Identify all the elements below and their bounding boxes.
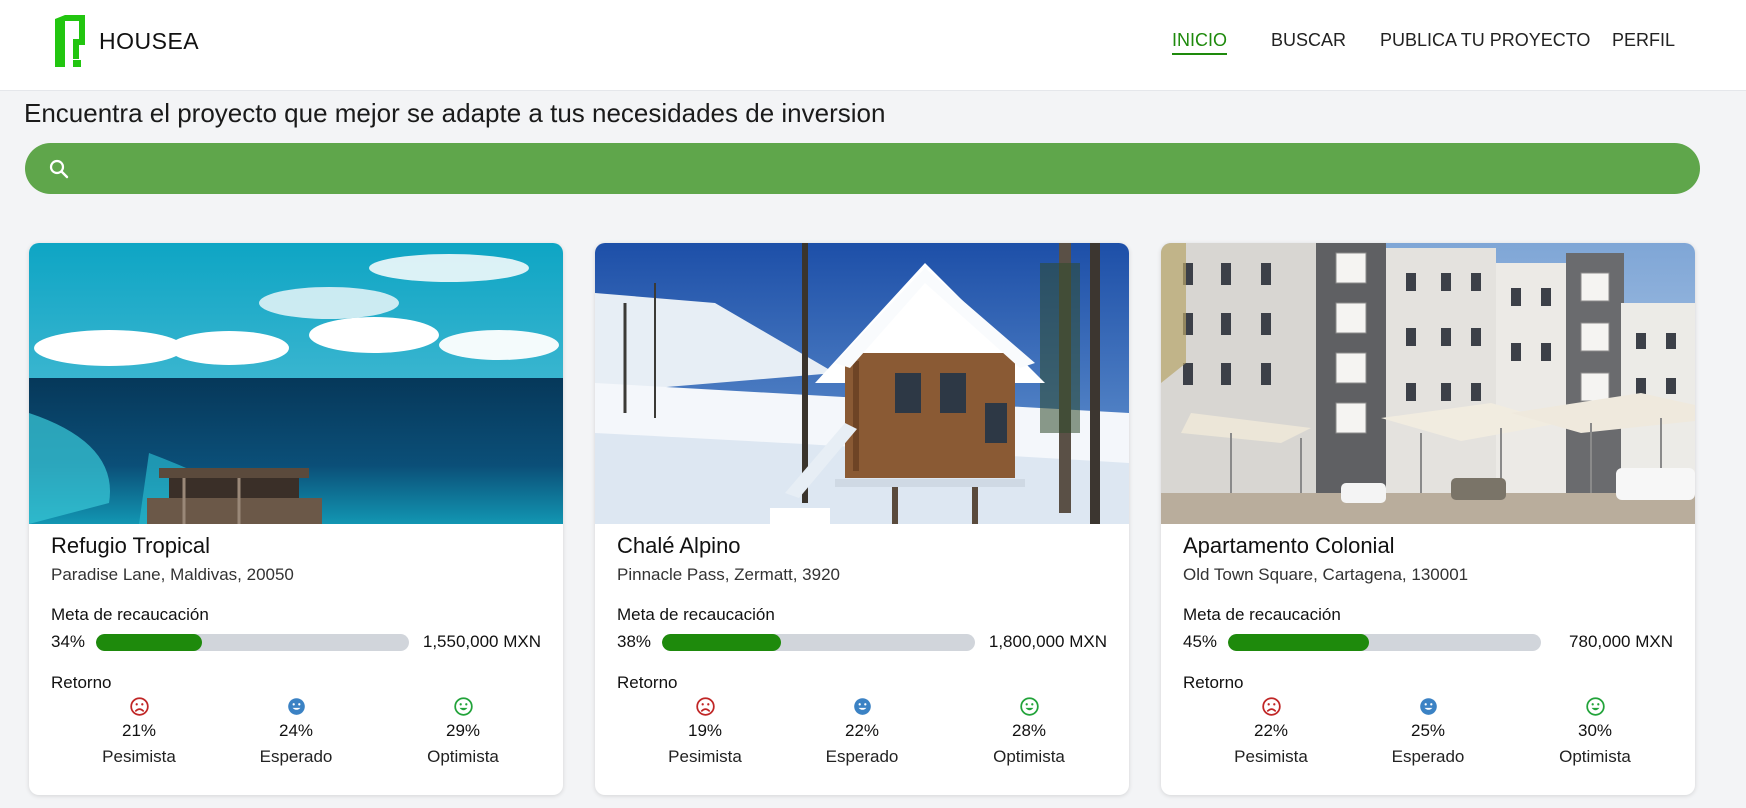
progress-fill [1228,634,1369,651]
search-icon[interactable] [47,157,71,181]
return-pessimist-value: 21% [121,721,157,740]
return-expected-label: Esperado [1391,747,1465,766]
return-optimist-label: Optimista [427,747,499,766]
project-card[interactable]: Apartamento Colonial Old Town Square, Ca… [1161,243,1695,795]
neutral-face-icon [287,698,305,715]
return-expected-value: 22% [844,721,880,740]
return-optimist: 29% Optimista [383,696,543,767]
neutral-face-icon [1419,698,1437,715]
return-expected: 24% Esperado [216,696,376,767]
neutral-face-icon [853,698,871,715]
progress-percent: 38% [617,632,652,651]
project-title[interactable]: Apartamento Colonial [1183,533,1395,559]
return-optimist-label: Optimista [1559,747,1631,766]
return-expected-label: Esperado [259,747,333,766]
project-address: Old Town Square, Cartagena, 130001 [1183,565,1469,584]
goal-label: Meta de recaucación [51,605,209,624]
return-pessimist-value: 22% [1253,721,1289,740]
return-expected: 25% Esperado [1348,696,1508,767]
progress-fill [96,634,203,651]
project-address: Pinnacle Pass, Zermatt, 3920 [617,565,841,584]
progress-percent: 34% [51,632,86,651]
sad-face-icon [1261,697,1281,716]
return-expected-label: Esperado [825,747,899,766]
goal-amount: 1,550,000 MXN [422,632,541,651]
brand-name: HOUSEA [99,27,200,54]
goal-amount: 1,800,000 MXN [988,632,1107,651]
return-label: Retorno [1183,673,1244,692]
funding-progress-bar [662,634,975,651]
return-pessimist: 22% Pesimista [1191,696,1351,767]
return-label: Retorno [617,673,678,692]
nav-publica-proyecto[interactable]: PUBLICA TU PROYECTO [1380,30,1590,51]
funding-progress-bar [1228,634,1541,651]
happy-face-icon [453,697,473,716]
return-pessimist-label: Pesimista [668,747,742,766]
return-optimist-label: Optimista [993,747,1065,766]
return-optimist-value: 30% [1577,721,1613,740]
goal-label: Meta de recaucación [1183,605,1341,624]
project-card[interactable]: Refugio Tropical Paradise Lane, Maldivas… [29,243,563,795]
return-optimist-value: 28% [1011,721,1047,740]
return-pessimist-value: 19% [687,721,723,740]
nav-inicio[interactable]: INICIO [1172,30,1228,55]
project-image-colonial[interactable] [1161,243,1695,524]
project-card[interactable]: Chalé Alpino Pinnacle Pass, Zermatt, 392… [595,243,1129,795]
goal-amount: 780,000 MXN [1569,632,1673,651]
brand-logo[interactable]: HOUSEA [55,15,199,67]
return-pessimist-label: Pesimista [102,747,176,766]
project-image-tropical[interactable] [29,243,563,524]
return-optimist: 28% Optimista [949,696,1109,767]
project-title[interactable]: Chalé Alpino [617,533,741,559]
project-image-alpine[interactable] [595,243,1129,524]
funding-progress-bar [96,634,409,651]
happy-face-icon [1019,697,1039,716]
return-pessimist: 21% Pesimista [59,696,219,767]
return-expected-value: 24% [278,721,314,740]
project-title[interactable]: Refugio Tropical [51,533,210,559]
goal-label: Meta de recaucación [617,605,775,624]
return-optimist: 30% Optimista [1515,696,1675,767]
nav-buscar[interactable]: BUSCAR [1271,30,1346,51]
return-pessimist: 19% Pesimista [625,696,785,767]
progress-percent: 45% [1183,632,1218,651]
return-optimist-value: 29% [445,721,481,740]
housea-logo-icon [55,15,85,67]
return-expected-value: 25% [1410,721,1446,740]
nav-perfil[interactable]: PERFIL [1612,30,1675,51]
top-navbar: HOUSEA INICIO BUSCAR PUBLICA TU PROYECTO… [0,0,1746,91]
sad-face-icon [695,697,715,716]
search-bar[interactable] [25,142,1700,195]
sad-face-icon [129,697,149,716]
search-input[interactable] [71,142,1700,195]
page-headline: Encuentra el proyecto que mejor se adapt… [24,98,886,128]
return-pessimist-label: Pesimista [1234,747,1308,766]
progress-fill [662,634,781,651]
return-label: Retorno [51,673,112,692]
return-expected: 22% Esperado [782,696,942,767]
project-address: Paradise Lane, Maldivas, 20050 [51,565,294,584]
happy-face-icon [1585,697,1605,716]
